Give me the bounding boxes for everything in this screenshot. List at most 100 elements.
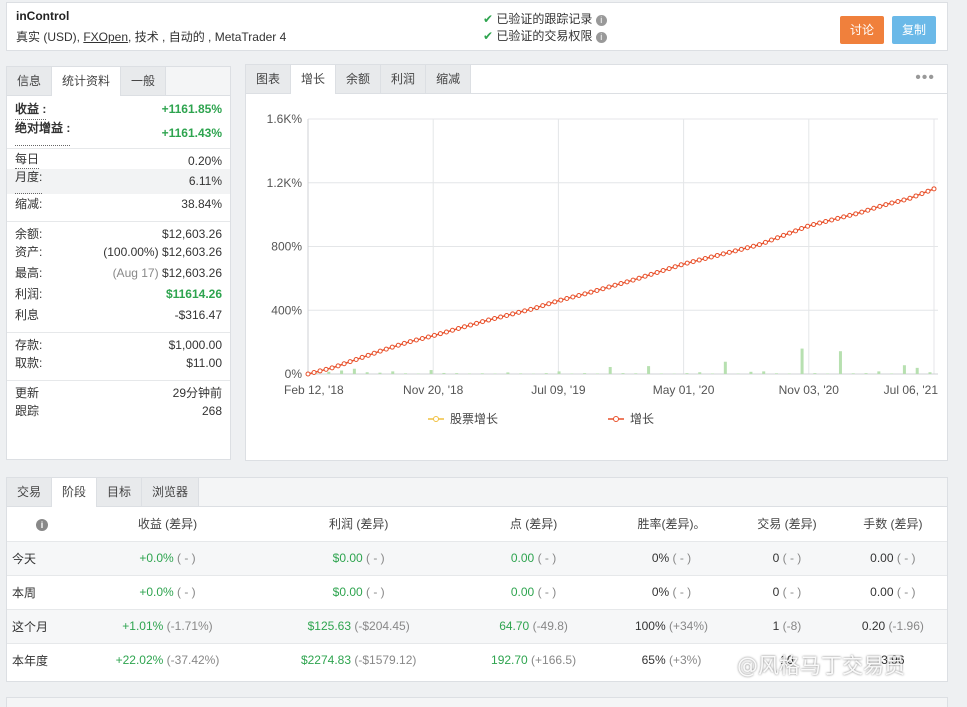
tab-growth[interactable]: 增长 xyxy=(291,65,337,94)
growth-point xyxy=(835,215,841,221)
tab-profit[interactable]: 利润 xyxy=(381,65,427,93)
x-tick-label: Feb 12, '18 xyxy=(284,383,344,397)
volume-bar xyxy=(698,372,702,374)
table-cell: 0.20 (-1.96) xyxy=(838,608,947,643)
stats-panel: 信息 统计资料 一般 收益 : +1161.85% 绝对增益 : +1161.4… xyxy=(6,66,231,460)
volume-bar xyxy=(685,373,689,374)
volume-bar xyxy=(404,373,408,374)
stat-deposits: 存款: $1,000.00 xyxy=(7,332,230,353)
check-icon: ✔ xyxy=(483,12,494,26)
growth-point xyxy=(383,346,389,352)
volume-bar xyxy=(378,372,382,374)
growth-point xyxy=(474,320,480,326)
growth-point xyxy=(365,352,371,358)
growth-point xyxy=(347,359,353,365)
growth-point xyxy=(913,193,919,199)
col-win-rate[interactable]: 胜率(差异)。 xyxy=(607,507,736,541)
info-icon[interactable]: i xyxy=(36,518,48,531)
volume-bar xyxy=(429,370,433,374)
growth-point xyxy=(726,249,732,255)
col-gain[interactable]: 收益 (差异) xyxy=(77,507,258,541)
volume-bar xyxy=(595,373,599,374)
col-trades[interactable]: 交易 (差异) xyxy=(735,507,839,541)
tab-balance[interactable]: 余额 xyxy=(336,65,382,93)
growth-point xyxy=(546,301,552,307)
table-cell: +0.0% ( - ) xyxy=(77,540,258,575)
growth-point xyxy=(371,350,377,356)
growth-point xyxy=(919,191,925,197)
volume-bar xyxy=(608,366,612,374)
verified-trading-label: 已验证的交易权限 xyxy=(496,29,593,43)
volume-bar xyxy=(749,371,753,374)
account-tags: , 技术 , 自动的 , MetaTrader 4 xyxy=(128,30,287,44)
growth-point xyxy=(504,312,510,318)
growth-point xyxy=(624,279,630,285)
volume-bar xyxy=(877,371,881,374)
tab-info[interactable]: 信息 xyxy=(7,67,53,95)
tab-chart[interactable]: 图表 xyxy=(246,65,292,93)
growth-point xyxy=(389,344,395,350)
y-tick-label: 0% xyxy=(285,367,303,381)
growth-point xyxy=(558,297,564,303)
x-tick-label: Jul 09, '19 xyxy=(531,383,586,397)
info-icon[interactable]: i xyxy=(595,32,607,43)
watermark: @风格马丁交易员 xyxy=(737,654,905,678)
table-header-row: i 收益 (差异) 利润 (差异) 点 (差异) 胜率(差异)。 交易 (差异)… xyxy=(7,507,947,541)
growth-point xyxy=(612,282,618,288)
growth-point xyxy=(871,205,877,211)
tab-browser[interactable]: 浏览器 xyxy=(142,478,200,506)
growth-point xyxy=(311,369,317,375)
volume-bar xyxy=(838,351,842,374)
growth-point xyxy=(534,305,540,311)
tab-periods[interactable]: 阶段 xyxy=(52,478,98,507)
volume-bar xyxy=(327,371,331,374)
growth-point xyxy=(425,334,431,340)
growth-point xyxy=(564,296,570,302)
stats-tabs: 信息 统计资料 一般 xyxy=(7,67,230,96)
volume-bar xyxy=(928,372,932,374)
growth-point xyxy=(323,366,329,372)
growth-point xyxy=(335,363,341,369)
col-lots[interactable]: 手数 (差异) xyxy=(838,507,947,541)
table-cell: $2274.83 (-$1579.12) xyxy=(257,642,460,677)
growth-point xyxy=(305,371,311,377)
growth-point xyxy=(925,188,931,194)
table-cell: 0% ( - ) xyxy=(607,574,736,609)
stat-interest: 利息 -$316.47 xyxy=(15,308,222,322)
table-cell: 64.70 (-49.8) xyxy=(459,608,608,643)
growth-point xyxy=(889,200,895,206)
tab-trades[interactable]: 交易 xyxy=(7,478,53,506)
growth-point xyxy=(805,223,811,229)
volume-bar xyxy=(864,373,868,374)
col-profit[interactable]: 利润 (差异) xyxy=(257,507,460,541)
more-dots-icon[interactable]: ••• xyxy=(915,69,935,87)
tab-statistics[interactable]: 统计资料 xyxy=(52,67,122,96)
growth-point xyxy=(853,211,859,217)
info-icon[interactable]: i xyxy=(595,15,607,26)
tab-goals[interactable]: 目标 xyxy=(97,478,143,506)
broker-link[interactable]: FXOpen xyxy=(83,30,128,44)
growth-point xyxy=(486,317,492,323)
col-pips[interactable]: 点 (差异) xyxy=(459,507,608,541)
table-cell: 0 ( - ) xyxy=(735,540,839,575)
growth-point xyxy=(618,281,624,287)
growth-point xyxy=(498,314,504,320)
growth-point xyxy=(877,203,883,209)
discuss-button[interactable]: 讨论 xyxy=(840,16,885,44)
legend-label: 增长 xyxy=(630,412,654,426)
growth-chart: 1.6K% 1.2K% 800% 400% 0% Feb 12, '18 Nov 20, '… xyxy=(267,112,939,426)
volume-bar xyxy=(647,366,651,374)
copy-button[interactable]: 复制 xyxy=(892,16,937,44)
growth-point xyxy=(738,246,744,252)
stat-balance: 余额: $12,603.26 xyxy=(7,221,230,242)
verified-track-label: 已验证的跟踪记录 xyxy=(496,12,593,26)
tab-general[interactable]: 一般 xyxy=(121,67,167,95)
growth-point xyxy=(642,273,648,279)
tab-drawdown[interactable]: 缩减 xyxy=(426,65,472,93)
stat-equity: 资产: (100.00%) $12,603.26 xyxy=(15,245,222,259)
growth-point xyxy=(317,368,323,374)
growth-point xyxy=(594,287,600,293)
growth-point xyxy=(407,339,413,345)
volume-bar xyxy=(583,373,587,374)
growth-point xyxy=(600,286,606,292)
